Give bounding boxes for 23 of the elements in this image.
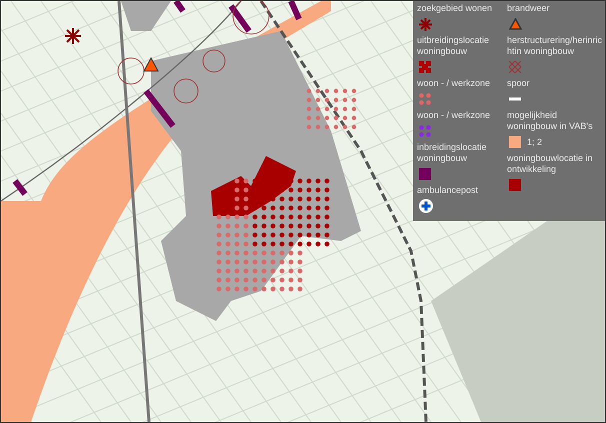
infill-location-bar: [228, 4, 252, 33]
legend-value: 1; 2: [527, 137, 542, 147]
legend-label: mogelijkheid woningbouw in VAB's: [507, 110, 594, 132]
legend-label: woon - / werkzone: [417, 78, 492, 89]
legend-label: brandweer: [507, 3, 551, 14]
dotted-area: [306, 88, 356, 130]
infill-location-bar: [144, 89, 176, 128]
legend-label: spoor: [507, 78, 531, 89]
infill-location-bar: [12, 179, 28, 196]
restructuring-circle: [118, 58, 144, 84]
restructuring-circle: [174, 78, 198, 104]
legend-label: herstructurering/herinrichtin woningbouw: [507, 35, 603, 57]
legend-label: uitbreidingslocatie woningbouw: [417, 35, 490, 57]
legend-label: woningbouwlocatie in ontwikkeling: [507, 153, 594, 175]
asterisk-icon: [65, 28, 81, 44]
triangle-icon: [143, 56, 159, 72]
infill-location-bar: [174, 1, 186, 13]
restructuring-circle: [202, 50, 226, 72]
legend-label: ambulancepost: [417, 185, 480, 196]
infill-location-bar: [288, 1, 302, 20]
legend-label: inbreidingslocatie woningbouw: [417, 142, 488, 164]
legend-label: woon - / werkzone: [417, 110, 492, 121]
legend-label: zoekgebied wonen: [417, 3, 494, 14]
